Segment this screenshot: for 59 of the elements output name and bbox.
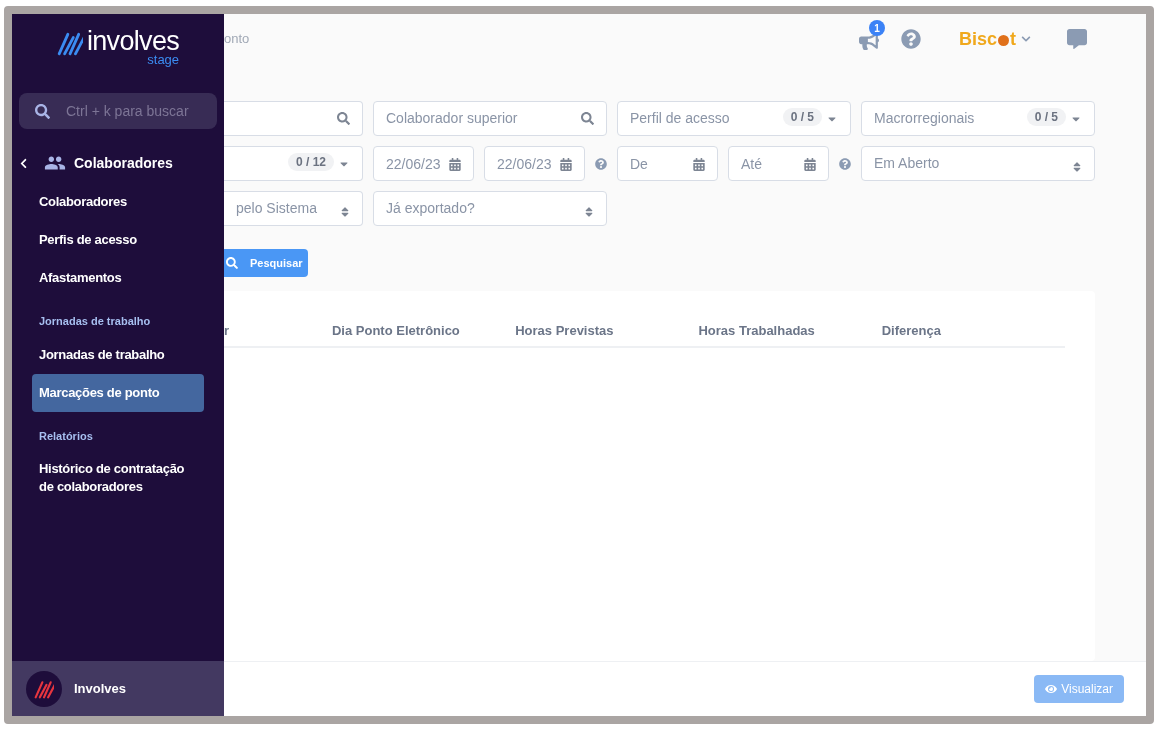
chevron-down-icon (1021, 34, 1031, 44)
back-nav-item[interactable]: Colaboradores (19, 153, 224, 173)
date-field[interactable]: Até (728, 146, 829, 181)
nav-section-heading: Jornadas de trabalho (38, 314, 152, 329)
nav-item[interactable]: Afastamentos (32, 259, 204, 297)
column-header: Horas Trabalhadas (698, 322, 816, 340)
select-dropdown[interactable]: Em Aberto (861, 146, 1095, 181)
multiselect-dropdown[interactable]: Macrorregionais 0 / 5 (861, 101, 1095, 136)
column-header: r (224, 322, 231, 340)
search-field[interactable] (224, 101, 363, 136)
calendar-icon (560, 158, 572, 171)
count-badge: 0 / 5 (1026, 108, 1066, 126)
date-field[interactable]: 22/06/23 (484, 146, 585, 181)
date-field[interactable]: De (617, 146, 718, 181)
search-icon (581, 112, 594, 125)
brand-menu[interactable]: Bisc t (958, 25, 1031, 53)
search-icon (337, 112, 350, 125)
nav-item[interactable]: Histórico de contratação de colaboradores (32, 450, 204, 506)
search-field[interactable]: Colaborador superior (373, 101, 607, 136)
breadcrumb[interactable]: onto (224, 29, 250, 49)
count-badge: 0 / 12 (287, 153, 334, 171)
multiselect-dropdown[interactable]: 0 / 12 (224, 146, 363, 181)
org-name: Involves (74, 679, 127, 698)
notification-badge: 1 (868, 20, 885, 36)
sidebar-footer[interactable]: Involves (12, 661, 224, 716)
logo-wordmark: involves (86, 28, 180, 55)
chevron-left-icon (19, 157, 28, 169)
nav-section-heading: Relatórios (38, 428, 94, 444)
column-header: Horas Previstas (515, 322, 615, 340)
multiselect-dropdown[interactable]: Perfil de acesso 0 / 5 (617, 101, 851, 136)
stripes-icon (34, 678, 54, 699)
column-header: Diferença (881, 322, 942, 340)
help-icon[interactable] (839, 157, 851, 170)
calendar-icon (804, 158, 816, 171)
nav-item[interactable]: Jornadas de trabalho (32, 335, 204, 374)
sort-arrows-icon (1072, 161, 1082, 173)
sort-arrows-icon (340, 206, 350, 218)
eye-icon (1045, 683, 1058, 695)
megaphone-icon[interactable] (858, 32, 879, 50)
column-header: Dia Ponto Eletrônico (331, 322, 461, 340)
search-icon (226, 257, 238, 269)
help-icon[interactable] (595, 157, 607, 170)
select-dropdown[interactable]: pelo Sistema (224, 191, 363, 226)
help-icon[interactable] (900, 29, 921, 49)
select-dropdown[interactable]: Já exportado? (373, 191, 607, 226)
date-field[interactable]: 22/06/23 (373, 146, 474, 181)
nav-item[interactable]: Perfis de acesso (32, 221, 204, 259)
logo-subtitle: stage (147, 53, 180, 66)
search-button[interactable]: Pesquisar (224, 249, 308, 277)
search-field[interactable]: Ctrl + k para buscar (19, 93, 217, 129)
sort-arrows-icon (584, 206, 594, 218)
nav-item[interactable]: Marcações de ponto (32, 373, 204, 412)
calendar-icon (449, 158, 461, 171)
nav-item[interactable]: Colaboradores (32, 183, 204, 221)
calendar-icon (693, 158, 705, 171)
chat-icon[interactable] (1067, 29, 1087, 49)
logo-stripes-icon (56, 30, 83, 56)
count-badge: 0 / 5 (782, 108, 822, 126)
search-icon (35, 103, 50, 119)
